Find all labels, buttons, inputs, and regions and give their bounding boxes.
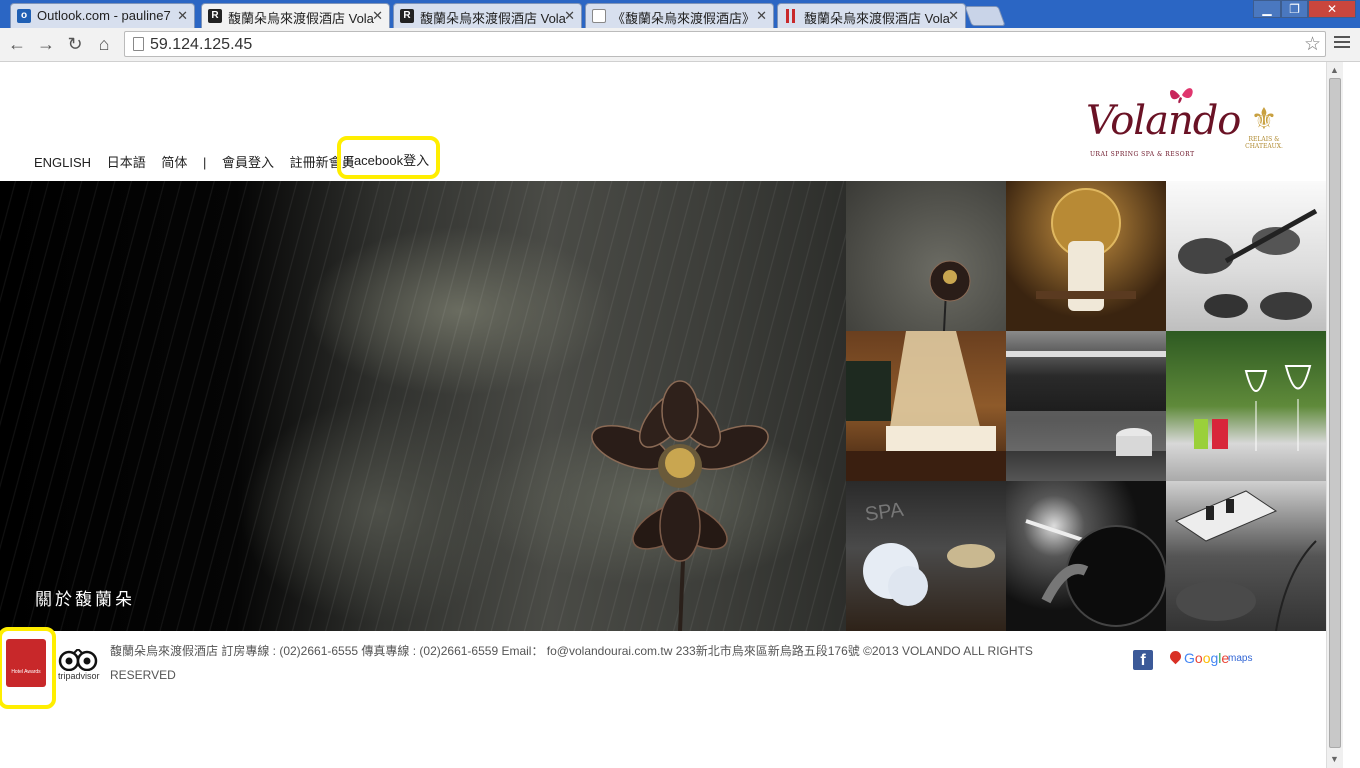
hero-image[interactable]: 關於馥蘭朵 <box>0 181 846 631</box>
tripadvisor-owl-icon <box>58 649 98 671</box>
tab-title: 馥蘭朵烏來渡假酒店 Vola <box>228 11 374 26</box>
tab-title: 《馥蘭朵烏來渡假酒店》 <box>612 11 756 26</box>
relais-text: RELAIS & CHATEAUX. <box>1245 136 1283 150</box>
volando-r-icon: R <box>400 9 414 23</box>
bars-icon <box>784 9 798 23</box>
address-bar[interactable]: 59.124.125.45 ☆ <box>124 31 1326 57</box>
tab-volando-3[interactable]: 《馥蘭朵烏來渡假酒店》 ✕ <box>585 3 774 28</box>
relais-chateaux-logo[interactable]: ⚜ RELAIS & CHATEAUX. <box>1238 104 1290 160</box>
web-page: ENGLISH 日本語 简体 | 會員登入 註冊新會員 Facebook登入 V… <box>0 62 1326 768</box>
page-icon <box>133 37 144 51</box>
tab-volando-4[interactable]: 馥蘭朵烏來渡假酒店 Vola ✕ <box>777 3 966 28</box>
bookmark-star-icon[interactable]: ☆ <box>1304 33 1321 56</box>
gallery-gong-ceremony[interactable] <box>1006 181 1166 331</box>
about-caption[interactable]: 關於馥蘭朵 <box>35 585 135 610</box>
lotus-flower-image <box>591 380 769 631</box>
tripadvisor-text: tripadvisor <box>58 671 100 681</box>
tab-volando-2[interactable]: R 馥蘭朵烏來渡假酒店 Vola ✕ <box>393 3 582 28</box>
close-window-button[interactable]: ✕ <box>1308 0 1356 18</box>
minimize-button[interactable]: ▁ <box>1253 0 1281 18</box>
gallery-drum-performance[interactable] <box>1006 481 1166 631</box>
google-maps-link[interactable]: Google maps <box>1167 648 1258 671</box>
gallery-outdoor-lounge[interactable] <box>1166 481 1326 631</box>
tripadvisor-logo[interactable]: tripadvisor <box>56 647 100 687</box>
footer-contact-info: 馥蘭朵烏來渡假酒店 訂房專線 : (02)2661-6555 傳真專線 : (0… <box>110 644 1033 682</box>
outlook-icon: o <box>17 9 31 23</box>
hotel-award-badge[interactable]: Hotel Awards <box>0 627 56 709</box>
nav-separator: | <box>202 155 207 170</box>
new-tab-button[interactable] <box>964 6 1006 26</box>
facebook-icon[interactable]: f <box>1133 650 1153 670</box>
nav-simplified[interactable]: 简体 <box>161 155 187 170</box>
tab-title: 馥蘭朵烏來渡假酒店 Vola <box>804 11 950 26</box>
maps-label: maps <box>1228 653 1253 664</box>
nav-english[interactable]: ENGLISH <box>34 155 91 170</box>
nav-japanese[interactable]: 日本語 <box>107 155 146 170</box>
url-text[interactable]: 59.124.125.45 <box>150 36 252 54</box>
scroll-down-arrow-icon[interactable]: ▼ <box>1330 754 1339 764</box>
gallery-spa-flowers[interactable]: SPA <box>846 481 1006 631</box>
logo-wordmark: Volando <box>1086 98 1241 144</box>
close-icon[interactable]: ✕ <box>372 8 383 24</box>
page-icon <box>592 9 606 23</box>
maximize-button[interactable]: ❐ <box>1281 0 1308 18</box>
forward-arrow-icon[interactable]: → <box>35 33 57 55</box>
facebook-login-link[interactable]: Facebook登入 <box>337 136 440 179</box>
map-pin-icon <box>1167 648 1184 665</box>
close-icon[interactable]: ✕ <box>756 8 767 24</box>
tab-outlook[interactable]: o Outlook.com - pauline7 ✕ <box>10 3 195 28</box>
gallery-canopy-bedroom[interactable] <box>846 331 1006 481</box>
volando-logo[interactable]: Volando URAI SPRING SPA & RESORT <box>1086 82 1241 162</box>
photo-gallery: SPA <box>846 181 1326 631</box>
gallery-lotus-rain[interactable] <box>846 181 1006 331</box>
close-icon[interactable]: ✕ <box>564 8 575 24</box>
tab-volando-active[interactable]: R 馥蘭朵烏來渡假酒店 Vola ✕ <box>201 3 390 28</box>
language-nav: ENGLISH 日本語 简体 | 會員登入 註冊新會員 <box>34 152 367 171</box>
vertical-scrollbar[interactable]: ▲ ▼ <box>1326 62 1343 768</box>
logo-tagline: URAI SPRING SPA & RESORT <box>1090 151 1195 158</box>
scrollbar-thumb[interactable] <box>1329 78 1341 748</box>
back-arrow-icon[interactable]: ← <box>6 33 28 55</box>
svg-text:SPA: SPA <box>864 499 906 526</box>
tab-strip: o Outlook.com - pauline7 ✕ R 馥蘭朵烏來渡假酒店 V… <box>0 0 1360 28</box>
close-icon[interactable]: ✕ <box>177 8 188 24</box>
scroll-up-arrow-icon[interactable]: ▲ <box>1330 65 1339 75</box>
gallery-singing-bowls[interactable] <box>1166 181 1326 331</box>
google-wordmark: Google <box>1184 650 1230 666</box>
menu-icon[interactable] <box>1334 36 1350 51</box>
gallery-dining-glasses[interactable] <box>1166 331 1326 481</box>
reload-icon[interactable]: ↻ <box>64 33 86 55</box>
home-icon[interactable]: ⌂ <box>93 33 115 55</box>
browser-toolbar: ← → ↻ ⌂ 59.124.125.45 ☆ <box>0 28 1360 62</box>
nav-member-login[interactable]: 會員登入 <box>222 155 274 170</box>
fleur-de-lis-icon: ⚜ <box>1250 103 1278 136</box>
close-icon[interactable]: ✕ <box>948 8 959 24</box>
tab-title: Outlook.com - pauline7 <box>37 8 171 23</box>
volando-r-icon: R <box>208 9 222 23</box>
window-edge <box>1343 62 1360 768</box>
gallery-spa-pool[interactable] <box>1006 331 1166 481</box>
award-badge-text: Hotel Awards <box>6 639 46 687</box>
tab-title: 馥蘭朵烏來渡假酒店 Vola <box>420 11 566 26</box>
